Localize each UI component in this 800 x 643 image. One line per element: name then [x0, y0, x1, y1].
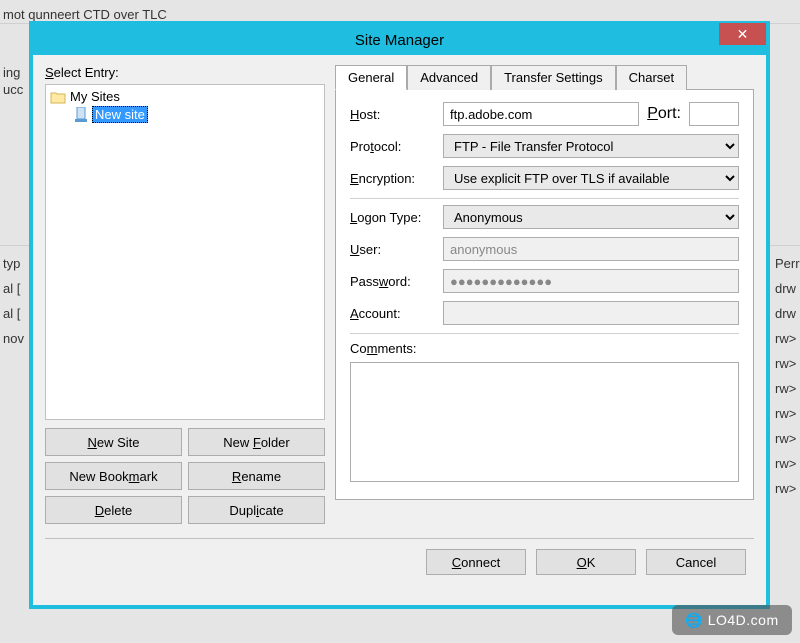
bg-text: mot qunneert CTD over TLC: [3, 7, 167, 22]
bg-text: al [: [3, 281, 20, 296]
close-icon: ✕: [737, 26, 749, 42]
account-input: [443, 301, 739, 325]
new-site-button[interactable]: New Site: [45, 428, 182, 456]
bg-text: ucc: [3, 82, 23, 97]
port-label: Port:: [647, 105, 681, 123]
bg-text: rw>: [775, 481, 796, 496]
tree-item-label: New site: [92, 106, 148, 123]
tab-transfer-settings[interactable]: Transfer Settings: [491, 65, 616, 90]
bg-text: typ: [3, 256, 20, 271]
rename-button[interactable]: Rename: [188, 462, 325, 490]
bottom-divider: [45, 538, 754, 539]
tree-root-label: My Sites: [70, 89, 120, 104]
user-input: [443, 237, 739, 261]
tab-panel-general: Host: Port: Protocol: FTP - File Transfe…: [335, 90, 754, 500]
tree-item-new-site[interactable]: New site: [74, 106, 320, 123]
dialog-title: Site Manager: [355, 32, 444, 49]
select-entry-label: Select Entry:: [45, 65, 325, 80]
bg-text: rw>: [775, 381, 796, 396]
duplicate-button[interactable]: Duplicate: [188, 496, 325, 524]
folder-icon: [50, 90, 66, 104]
bg-text: al [: [3, 306, 20, 321]
encryption-select[interactable]: Use explicit FTP over TLS if available: [443, 166, 739, 190]
tab-advanced[interactable]: Advanced: [407, 65, 491, 90]
divider: [350, 198, 739, 199]
bg-text: Perr: [775, 256, 800, 271]
bg-text: drw: [775, 306, 796, 321]
comments-label: Comments:: [350, 341, 416, 356]
bg-text: rw>: [775, 331, 796, 346]
connect-button[interactable]: Connect: [426, 549, 526, 575]
titlebar[interactable]: Site Manager ✕: [33, 25, 766, 55]
tab-general[interactable]: General: [335, 65, 407, 90]
bg-text: rw>: [775, 456, 796, 471]
protocol-label: Protocol:: [350, 139, 435, 154]
ok-button[interactable]: OK: [536, 549, 636, 575]
new-folder-button[interactable]: New Folder: [188, 428, 325, 456]
logon-type-label: Logon Type:: [350, 210, 435, 225]
bg-text: drw: [775, 281, 796, 296]
divider: [350, 333, 739, 334]
bg-text: rw>: [775, 406, 796, 421]
user-label: User:: [350, 242, 435, 257]
cancel-button[interactable]: Cancel: [646, 549, 746, 575]
port-input[interactable]: [689, 102, 739, 126]
account-label: Account:: [350, 306, 435, 321]
watermark: 🌐 LO4D.com: [672, 605, 792, 635]
host-label: Host:: [350, 107, 435, 122]
close-button[interactable]: ✕: [719, 23, 766, 45]
encryption-label: Encryption:: [350, 171, 435, 186]
comments-textarea[interactable]: [350, 362, 739, 482]
bg-text: rw>: [775, 431, 796, 446]
tab-charset[interactable]: Charset: [616, 65, 688, 90]
password-label: Password:: [350, 274, 435, 289]
site-tree[interactable]: My Sites New site: [45, 84, 325, 420]
host-input[interactable]: [443, 102, 639, 126]
bg-text: ing: [3, 65, 20, 80]
tabs: General Advanced Transfer Settings Chars…: [335, 65, 754, 90]
tree-root-my-sites[interactable]: My Sites: [50, 89, 320, 104]
protocol-select[interactable]: FTP - File Transfer Protocol: [443, 134, 739, 158]
logon-type-select[interactable]: Anonymous: [443, 205, 739, 229]
site-manager-dialog: Site Manager ✕ Select Entry: My Sites: [29, 21, 770, 609]
server-icon: [74, 107, 88, 123]
watermark-text: 🌐 LO4D.com: [685, 612, 778, 629]
bg-text: rw>: [775, 356, 796, 371]
password-input: [443, 269, 739, 293]
bg-text: nov: [3, 331, 24, 346]
delete-button[interactable]: Delete: [45, 496, 182, 524]
new-bookmark-button[interactable]: New Bookmark: [45, 462, 182, 490]
